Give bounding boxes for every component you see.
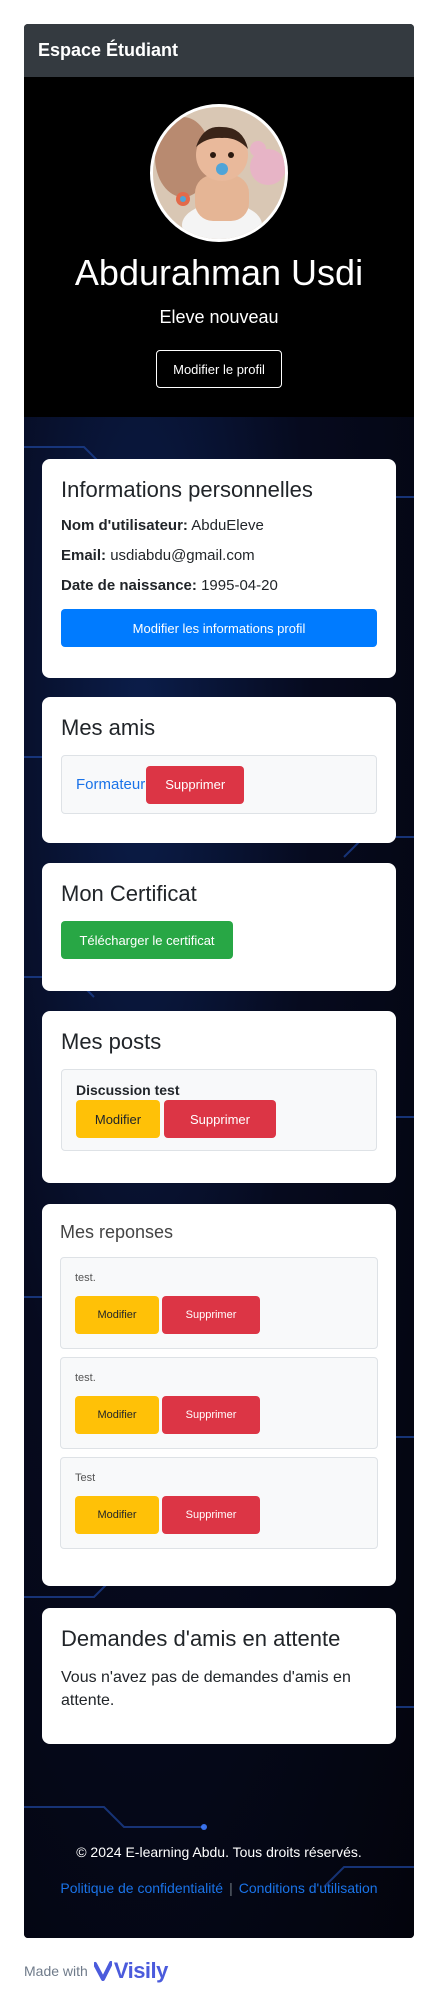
birthdate-value: 1995-04-20 [201,577,278,594]
post-item: Discussion test Modifier Supprimer [61,1069,377,1151]
friends-card: Mes amis Formateur Supprimer [42,697,396,843]
post-title: Discussion test [76,1082,180,1098]
terms-link[interactable]: Conditions d'utilisation [239,1880,378,1896]
posts-card: Mes posts Discussion test Modifier Suppr… [42,1011,396,1183]
email-value: usdiabdu@gmail.com [110,547,255,564]
birthdate-row: Date de naissance: 1995-04-20 [61,577,377,594]
username-value: AbduEleve [191,517,264,534]
delete-reply-button[interactable]: Supprimer [162,1396,260,1434]
friend-item: Formateur Supprimer [61,755,377,814]
friend-name-link[interactable]: Formateur [76,776,145,793]
username-row: Nom d'utilisateur: AbduEleve [61,517,377,534]
birthdate-label: Date de naissance: [61,577,197,594]
navbar: Espace Étudiant [24,24,414,77]
friend-requests-card: Demandes d'amis en attente Vous n'avez p… [42,1608,396,1744]
email-label: Email: [61,547,107,564]
app-frame: Espace Étudiant Abdurahman Usdi Eleve no… [24,24,414,1938]
edit-reply-button[interactable]: Modifier [75,1296,159,1334]
posts-title: Mes posts [61,1029,162,1054]
reply-item: test. Modifier Supprimer [60,1357,378,1449]
footer-links: Politique de confidentialité | Conditions … [24,1880,414,1896]
username-label: Nom d'utilisateur: [61,517,188,534]
edit-info-button[interactable]: Modifier les informations profil [61,609,377,647]
visily-logo: Visily [93,1958,169,1984]
edit-post-button[interactable]: Modifier [76,1100,160,1138]
profile-name: Abdurahman Usdi [74,252,364,293]
delete-reply-button[interactable]: Supprimer [162,1296,260,1334]
friends-title: Mes amis [61,715,156,740]
friend-requests-empty-text: Vous n'avez pas de demandes d'amis en at… [61,1669,351,1709]
visily-logo-icon [93,1961,112,1981]
made-with-label: Made with [24,1963,88,1979]
profile-status: Eleve nouveau [159,307,279,327]
visily-wordmark: Visily [113,1958,169,1983]
certificate-card: Mon Certificat Télécharger le certificat [42,863,396,991]
brand-title[interactable]: Espace Étudiant [38,40,178,61]
remove-friend-button[interactable]: Supprimer [146,765,245,804]
reply-item: test. Modifier Supprimer [60,1257,378,1349]
download-certificate-button[interactable]: Télécharger le certificat [61,921,233,959]
reply-text: test. [75,1372,96,1384]
certificate-title: Mon Certificat [61,881,197,906]
footer-separator: | [229,1880,233,1896]
delete-reply-button[interactable]: Supprimer [162,1496,260,1534]
reply-text: test. [75,1272,96,1284]
edit-reply-button[interactable]: Modifier [75,1496,159,1534]
friend-requests-title: Demandes d'amis en attente [61,1626,341,1651]
replies-title: Mes reponses [60,1222,174,1242]
profile-header: Abdurahman Usdi Eleve nouveau Modifier l… [24,77,414,417]
edit-profile-button[interactable]: Modifier le profil [156,350,282,388]
personal-info-title: Informations personnelles [61,477,313,502]
reply-item: Test Modifier Supprimer [60,1457,378,1549]
personal-info-card: Informations personnelles Nom d'utilisat… [42,459,396,678]
avatar-image [153,107,285,239]
footer-copyright: © 2024 E-learning Abdu. Tous droits rése… [76,1844,362,1860]
privacy-policy-link[interactable]: Politique de confidentialité [60,1880,223,1896]
replies-card: Mes reponses test. Modifier Supprimer te… [42,1204,396,1586]
email-row: Email: usdiabdu@gmail.com [61,547,377,564]
reply-text: Test [75,1472,96,1484]
edit-reply-button[interactable]: Modifier [75,1396,159,1434]
made-with-badge[interactable]: Made with Visily [24,1958,168,1984]
delete-post-button[interactable]: Supprimer [164,1100,276,1138]
avatar [150,104,288,242]
